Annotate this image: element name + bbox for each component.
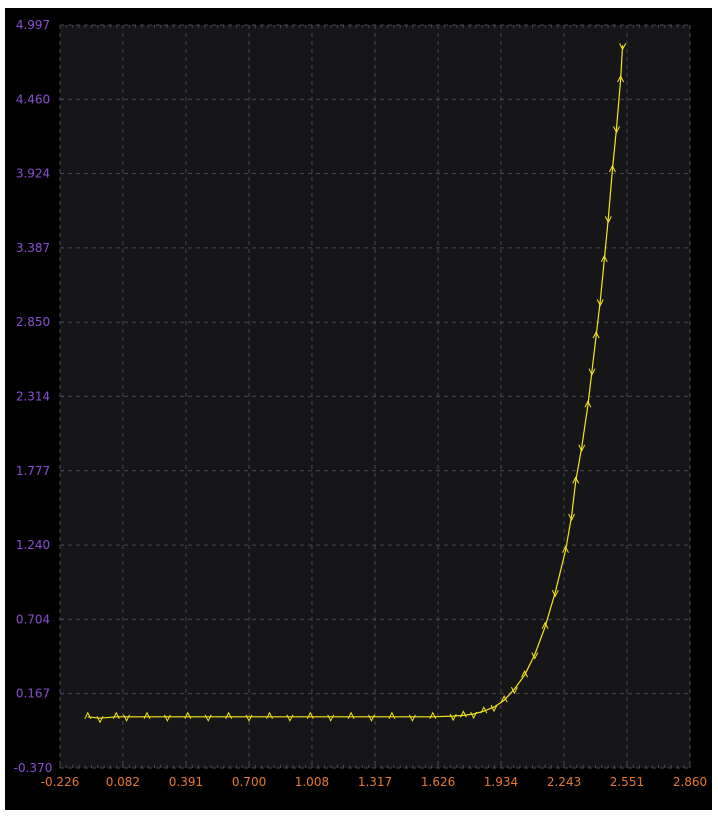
x-tick-label: 0.391 <box>169 775 203 789</box>
x-tick-label: 0.700 <box>232 775 266 789</box>
y-tick-label: -0.370 <box>14 761 53 775</box>
y-tick-label: 3.924 <box>16 167 50 181</box>
x-tick-label: 2.551 <box>610 775 644 789</box>
x-axis-ticks: -0.226 0.082 0.391 0.700 1.008 1.317 1.626 1.93… <box>41 775 708 789</box>
chart: 4.997 4.460 3.924 3.387 2.850 2.314 1.777 1.240… <box>14 18 708 789</box>
x-tick-label: 0.082 <box>106 775 140 789</box>
x-tick-label: 1.317 <box>358 775 392 789</box>
y-tick-label: 2.850 <box>16 315 50 329</box>
x-tick-label: 1.626 <box>421 775 455 789</box>
x-tick-label: 1.008 <box>295 775 329 789</box>
chart-frame: 4.997 4.460 3.924 3.387 2.850 2.314 1.777 1.240… <box>5 8 712 810</box>
x-tick-label: -0.226 <box>41 775 80 789</box>
y-tick-label: 4.460 <box>16 92 50 106</box>
y-tick-label: 3.387 <box>16 241 50 255</box>
x-tick-label: 2.860 <box>673 775 707 789</box>
y-tick-label: 1.240 <box>16 538 50 552</box>
y-tick-label: 2.314 <box>16 389 50 403</box>
x-tick-label: 1.934 <box>484 775 518 789</box>
x-tick-label: 2.243 <box>547 775 581 789</box>
y-axis-ticks: 4.997 4.460 3.924 3.387 2.850 2.314 1.777 1.240… <box>14 18 53 775</box>
y-tick-label: 0.167 <box>16 687 50 701</box>
y-tick-label: 1.777 <box>16 464 50 478</box>
y-tick-label: 0.704 <box>16 612 50 626</box>
y-tick-label: 4.997 <box>16 18 50 32</box>
